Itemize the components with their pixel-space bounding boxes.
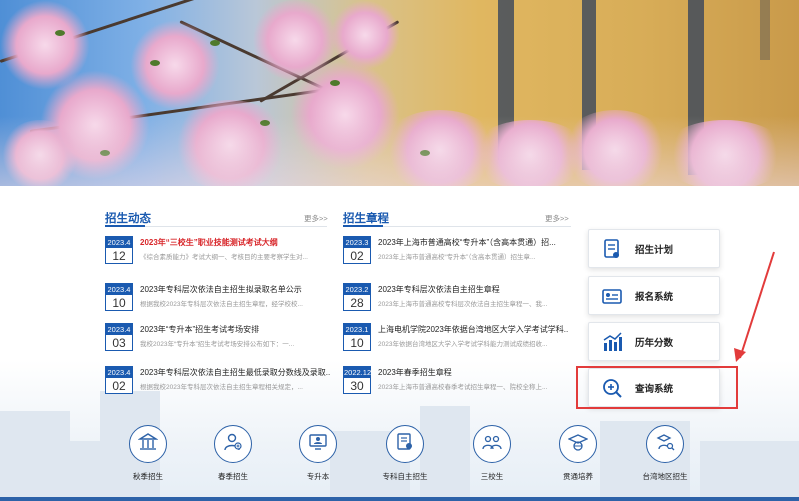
nav-label[interactable]: 秋季招生: [113, 471, 183, 482]
rules-item-title[interactable]: 上海电机学院2023年依据台湾地区大学入学考试学科...: [378, 324, 568, 335]
date-year-month: 2023.2: [344, 284, 370, 295]
nav-label[interactable]: 贯通培养: [543, 471, 613, 482]
footer-bar: [0, 497, 799, 501]
annotation-arrow: [734, 251, 775, 362]
quick-button-label: 报名系统: [635, 292, 674, 303]
news-list-item[interactable]: 2023.4 03 2023年“专升本”招生考试考场安排我校2023年“专升本”招生…: [105, 323, 327, 359]
rules-list-item[interactable]: 2022.12 30 2023年春季招生章程 2023年上海市普通高校春季考试招生章程…: [343, 366, 565, 402]
rules-item-snippet: 2023年上海市普通高校春季考试招生章程一、院校全称上...: [378, 384, 548, 391]
date-day: 10: [350, 336, 364, 350]
date-badge: 2023.4 10: [105, 283, 133, 311]
nav-label[interactable]: 专升本: [283, 471, 353, 482]
id-card-icon: [601, 285, 623, 307]
rules-item-title[interactable]: 2023年专科层次依法自主招生章程: [378, 284, 568, 295]
date-year-month: 2022.12: [344, 367, 372, 378]
date-badge: 2023.4 12: [105, 236, 133, 264]
date-year-month: 2023.4: [106, 237, 132, 248]
graduation-globe-icon: [567, 432, 589, 457]
date-badge: 2023.1 10: [343, 323, 371, 351]
annotation-highlight-box: [576, 366, 738, 409]
news-item-title[interactable]: 2023年专科层次依法自主招生拟录取名单公示: [140, 284, 330, 295]
rules-section-title: 招生章程: [343, 213, 389, 225]
certificate-icon: [395, 432, 415, 457]
rules-item-snippet: 2023年上海市普通高校“专升本”（含高本贯通）招生章...: [378, 254, 536, 261]
news-item-snippet: 根据我校2023年专科层次依法自主招生章程，经学校校...: [140, 301, 303, 308]
graduate-search-icon: [655, 432, 675, 457]
nav-circle-5[interactable]: [473, 425, 511, 463]
rules-item-title[interactable]: 2023年春季招生章程: [378, 367, 568, 378]
person-plus-icon: [223, 432, 243, 457]
quick-button-label: 招生计划: [635, 245, 674, 256]
nav-label[interactable]: 专科自主招生: [370, 471, 440, 482]
date-badge: 2023.2 28: [343, 283, 371, 311]
nav-label[interactable]: 春季招生: [198, 471, 268, 482]
rules-divider: [343, 225, 571, 227]
news-item-snippet: 根据我校2023年专科层次依法自主招生章程相关规定，...: [140, 384, 303, 391]
date-day: 12: [112, 249, 126, 263]
news-divider: [105, 225, 327, 227]
date-badge: 2022.12 30: [343, 366, 371, 394]
nav-circle-4[interactable]: [386, 425, 424, 463]
date-day: 02: [112, 379, 126, 393]
rules-list-item[interactable]: 2023.1 10 上海电机学院2023年依据台湾地区大学入学考试学科... 2023…: [343, 323, 568, 359]
date-day: 02: [350, 249, 364, 263]
quick-button-label: 历年分数: [635, 338, 674, 349]
date-day: 28: [350, 296, 364, 310]
nav-circle-3[interactable]: [299, 425, 337, 463]
rules-more-link[interactable]: 更多>>: [545, 213, 569, 224]
hero-banner: [0, 0, 799, 186]
date-year-month: 2023.4: [106, 367, 132, 378]
nav-circle-7[interactable]: [646, 425, 684, 463]
rules-list-item[interactable]: 2023.3 02 2023年上海市普通高校“专升本”（含高本贯通）招... 2023…: [343, 236, 565, 272]
news-item-title[interactable]: 2023年“专升本”招生考试考场安排: [140, 324, 330, 335]
news-item-snippet: 我校2023年“专升本”招生考试考场安排公布如下：一...: [140, 341, 295, 348]
news-list-item[interactable]: 2023.4 02 2023年专科层次依法自主招生最低录取分数线及录取... 根据我校…: [105, 366, 330, 402]
rules-item-snippet: 2023年上海市普通高校专科层次依法自主招生章程一、我...: [378, 301, 548, 308]
date-badge: 2023.4 02: [105, 366, 133, 394]
nav-label[interactable]: 三校生: [457, 471, 527, 482]
bar-chart-icon: [601, 331, 623, 353]
nav-circle-2[interactable]: [214, 425, 252, 463]
date-year-month: 2023.1: [344, 324, 370, 335]
nav-circle-1[interactable]: [129, 425, 167, 463]
news-list-item[interactable]: 2023.4 10 2023年专科层次依法自主招生拟录取名单公示根据我校2023年专…: [105, 283, 327, 319]
monitor-user-icon: [308, 432, 328, 457]
nav-label[interactable]: 台湾地区招生: [630, 471, 700, 482]
news-more-link[interactable]: 更多>>: [304, 213, 328, 224]
date-day: 10: [112, 296, 126, 310]
pillar-building-icon: [137, 432, 159, 457]
group-users-icon: [482, 432, 502, 457]
news-section-title: 招生动态: [105, 213, 151, 225]
date-day: 03: [112, 336, 126, 350]
nav-circle-6[interactable]: [559, 425, 597, 463]
news-item-title[interactable]: 2023年专科层次依法自主招生最低录取分数线及录取...: [140, 367, 330, 378]
date-year-month: 2023.4: [106, 324, 132, 335]
news-item-snippet: 《综合素质能力》考试大纲一、考核目的主要考察学生对...: [140, 254, 308, 261]
date-year-month: 2023.4: [106, 284, 132, 295]
date-badge: 2023.3 02: [343, 236, 371, 264]
rules-list-item[interactable]: 2023.2 28 2023年专科层次依法自主招生章程 2023年上海市普通高校专科层…: [343, 283, 565, 319]
date-year-month: 2023.3: [344, 237, 370, 248]
rules-item-title[interactable]: 2023年上海市普通高校“专升本”（含高本贯通）招...: [378, 237, 568, 248]
news-item-title[interactable]: 2023年“三校生”职业技能测试考试大纲: [140, 237, 330, 248]
date-day: 30: [350, 379, 364, 393]
news-list-item[interactable]: 2023.4 12 2023年“三校生”职业技能测试考试大纲《综合素质能力》考试大纲…: [105, 236, 327, 272]
date-badge: 2023.4 03: [105, 323, 133, 351]
plan-doc-icon: [601, 238, 623, 260]
rules-item-snippet: 2023年依据台湾地区大学入学考试学科能力测试成绩招收...: [378, 341, 548, 348]
